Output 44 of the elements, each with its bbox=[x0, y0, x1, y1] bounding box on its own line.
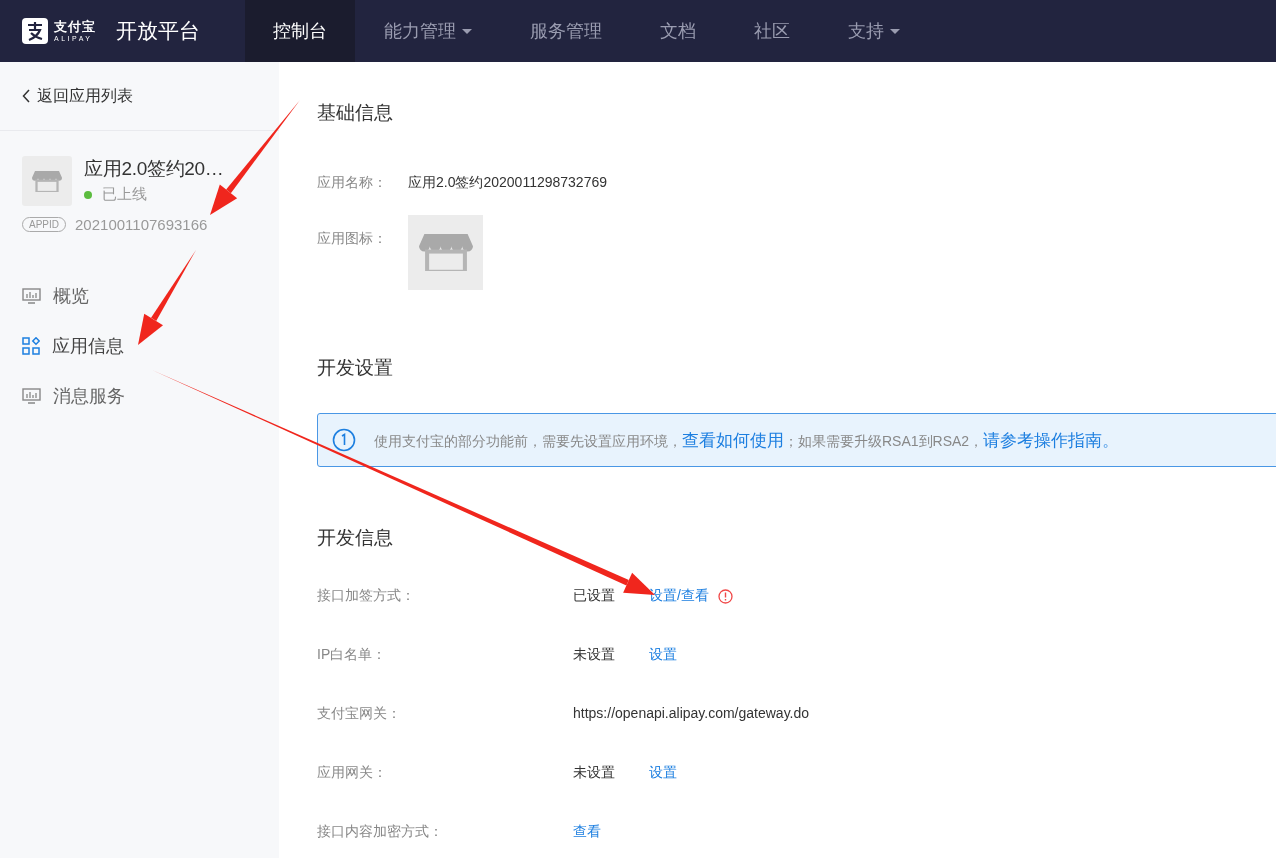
chart-icon bbox=[22, 387, 41, 405]
appid-value: 2021001107693166 bbox=[75, 216, 208, 233]
alert-text: 使用支付宝的部分功能前，需要先设置应用环境，查看如何使用；如果需要升级RSA1到RSA2，请参考操作指南。 bbox=[374, 429, 1120, 452]
field-value: 已设置 bbox=[573, 587, 616, 605]
field-value: https://openapi.alipay.com/gateway.do bbox=[573, 705, 810, 721]
action-link[interactable]: 设置 bbox=[649, 646, 677, 664]
help-link[interactable]: 请参考操作指南。 bbox=[983, 430, 1120, 450]
app-name: 应用2.0签约20… bbox=[84, 157, 224, 181]
field-label: 接口内容加密方式： bbox=[317, 823, 444, 841]
action-link[interactable]: 设置 bbox=[649, 764, 677, 782]
field-label: 接口加签方式： bbox=[317, 587, 416, 605]
status-text: 已上线 bbox=[102, 185, 147, 204]
field-label: 支付宝网关： bbox=[317, 705, 402, 723]
chart-icon bbox=[22, 287, 41, 305]
logo-text: 支付宝 bbox=[54, 20, 96, 33]
section-title: 基础信息 bbox=[317, 101, 394, 125]
field-value: 未设置 bbox=[573, 764, 616, 782]
nav-tab[interactable]: 支持 bbox=[819, 0, 929, 62]
section-title: 开发设置 bbox=[317, 356, 394, 380]
field-label: 应用图标： bbox=[317, 230, 388, 248]
info-icon bbox=[332, 428, 356, 452]
field-value: 未设置 bbox=[573, 646, 616, 664]
section-title: 开发信息 bbox=[317, 526, 394, 550]
field-label: 应用网关： bbox=[317, 764, 388, 782]
store-icon bbox=[418, 233, 473, 272]
nav-tab[interactable]: 社区 bbox=[725, 0, 819, 62]
nav-tab[interactable]: 文档 bbox=[631, 0, 725, 62]
back-icon bbox=[22, 89, 31, 103]
back-link[interactable]: 返回应用列表 bbox=[37, 85, 133, 107]
field-value: 应用2.0签约2020011298732769 bbox=[408, 174, 607, 192]
sidebar-menu-item[interactable]: 概览 bbox=[0, 271, 279, 321]
sidebar-menu-item[interactable]: 消息服务 bbox=[0, 371, 279, 421]
grid-icon bbox=[22, 337, 40, 355]
store-icon bbox=[32, 170, 62, 192]
action-link[interactable]: 查看 bbox=[573, 823, 601, 841]
platform-title: 开放平台 bbox=[116, 18, 200, 44]
nav-tab[interactable]: 服务管理 bbox=[501, 0, 631, 62]
sidebar-menu-item[interactable]: 应用信息 bbox=[0, 321, 279, 371]
nav-tab[interactable]: 控制台 bbox=[245, 0, 355, 62]
field-label: IP白名单： bbox=[317, 646, 388, 664]
help-link[interactable]: 查看如何使用 bbox=[682, 430, 784, 450]
field-label: 应用名称： bbox=[317, 174, 388, 192]
nav-tab[interactable]: 能力管理 bbox=[355, 0, 501, 62]
logo-icon bbox=[22, 18, 48, 44]
